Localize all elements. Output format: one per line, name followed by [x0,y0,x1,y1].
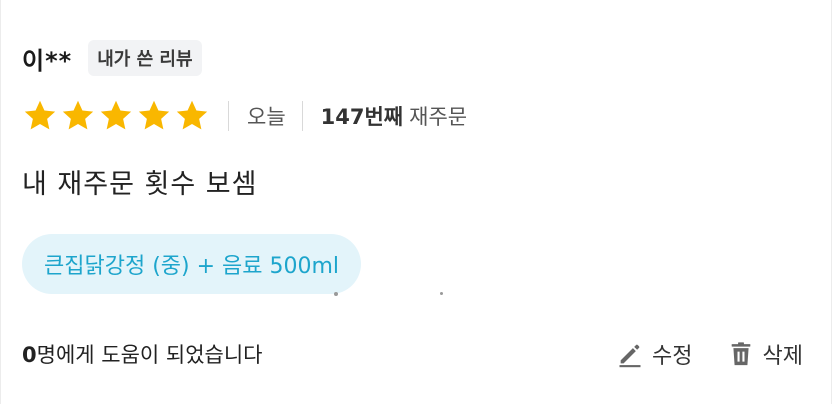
divider [228,101,229,131]
divider [301,101,303,131]
decorative-speck [440,292,443,295]
star-icon [100,100,132,130]
star-icon [176,100,208,130]
helpful-count: 0 [22,343,37,367]
reorder-suffix: 재주문 [409,105,468,129]
review-footer: 0명에게 도움이 되었습니다 수정 삭제 [22,334,803,374]
delete-button[interactable]: 삭제 [727,338,803,370]
edit-label: 수정 [652,344,693,369]
review-actions: 수정 삭제 [616,338,803,370]
review-card: 이** 내가 쓴 리뷰 오늘 147번째 재주문 내 재주문 횟수 보셈 큰집닭… [0,0,832,404]
rating-row: 오늘 147번째 재주문 [22,96,467,136]
helpful-suffix: 명에게 도움이 되었습니다 [36,343,263,367]
star-icon [138,100,170,130]
ordered-menu-chip: 큰집닭강정 (중) + 음료 500ml [22,234,362,294]
reviewer-name: 이** [22,46,73,75]
delete-label: 삭제 [762,344,803,369]
my-review-badge: 내가 쓴 리뷰 [88,40,202,76]
reorder-number: 147번째 [320,105,404,129]
review-date: 오늘 [247,105,286,129]
helpful-count-text: 0명에게 도움이 되었습니다 [22,339,263,369]
trash-icon [731,342,750,366]
decorative-speck [334,292,338,296]
edit-button[interactable]: 수정 [616,338,693,370]
pencil-icon [619,344,641,368]
star-icon [62,100,94,130]
review-header: 이** 내가 쓴 리뷰 [22,40,202,76]
review-text: 내 재주문 횟수 보셈 [22,169,258,200]
star-icon [24,100,56,130]
reorder-count: 147번째 재주문 [321,101,467,131]
star-rating [22,98,212,134]
